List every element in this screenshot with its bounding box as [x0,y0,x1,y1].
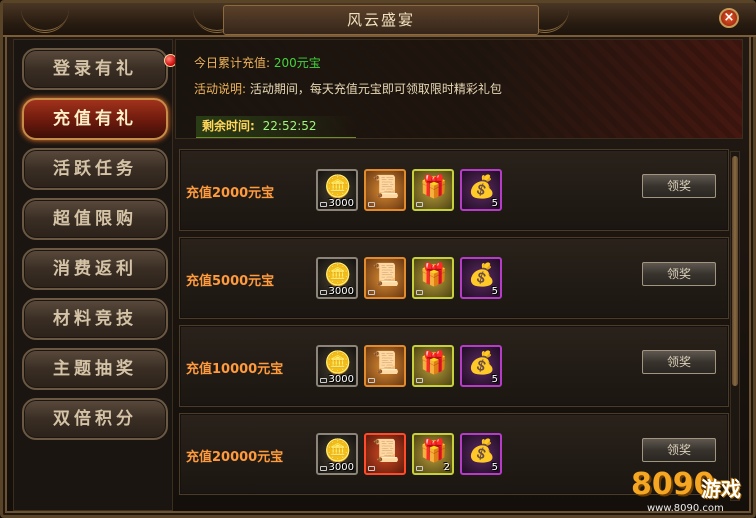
reward-row: 充值5000元宝 🪙 3000 📜 🎁 💰 5 领奖 [179,237,729,319]
title-bar: 风云盛宴 × [3,3,756,37]
sidebar-item-label: 消费返利 [53,259,137,279]
sidebar-item-label: 材料竞技 [53,309,137,329]
reward-tier-label: 充值2000元宝 [186,186,275,201]
sidebar-item-theme-lottery[interactable]: 主题抽奖 [22,348,168,390]
pouch-icon[interactable]: 💰 5 [460,257,502,299]
item-count: 5 [491,374,498,385]
gold-ingot-icon[interactable]: 🪙 3000 [316,169,358,211]
reward-list-scrollbar[interactable] [730,151,740,501]
scrollbar-thumb[interactable] [732,156,738,386]
recharge-total: 今日累计充值: 200元宝 [194,54,321,71]
bind-icon [320,466,327,471]
pouch-icon[interactable]: 💰 5 [460,169,502,211]
countdown-value: 22:52:52 [262,119,317,133]
watermark-url: www.8090.com [647,503,724,514]
bind-icon [368,378,375,383]
countdown-label: 剩余时间: [202,119,255,133]
bind-icon [320,290,327,295]
watermark-text: 游戏 [701,477,741,501]
gold-ingot-icon[interactable]: 🪙 3000 [316,345,358,387]
red-bag-icon[interactable]: 🎁 [412,257,454,299]
event-description-text: 活动期间，每天充值元宝即可领取限时精彩礼包 [249,82,502,96]
claim-button[interactable]: 领奖 [642,174,716,198]
pouch-icon[interactable]: 💰 5 [460,433,502,475]
item-count: 5 [491,198,498,209]
sidebar-item-material-contest[interactable]: 材料竞技 [22,298,168,340]
reward-tier-label: 充值20000元宝 [186,450,284,465]
sidebar-item-limited-purchase[interactable]: 超值限购 [22,198,168,240]
corner-ornament-left [21,3,69,33]
event-window: 风云盛宴 × 登录有礼 充值有礼 活跃任务 超值限购 消费返利 材料竞技 主题抽… [0,0,756,518]
item-count: 3000 [328,198,354,209]
claim-button[interactable]: 领奖 [642,262,716,286]
sidebar-item-spend-rebate[interactable]: 消费返利 [22,248,168,290]
pouch-icon[interactable]: 💰 5 [460,345,502,387]
bind-icon [368,466,375,471]
recharge-total-value: 200元宝 [273,56,321,70]
sidebar-item-double-points[interactable]: 双倍积分 [22,398,168,440]
sidebar-item-label: 登录有礼 [53,59,137,79]
red-bag-icon[interactable]: 🎁 2 [412,433,454,475]
bind-icon [416,378,423,383]
bind-icon [320,378,327,383]
close-button[interactable]: × [719,8,739,28]
sidebar-item-recharge-gift[interactable]: 充值有礼 [22,98,168,140]
site-watermark: 8090 游戏 www.8090.com [631,467,756,517]
window-title: 风云盛宴 [223,5,539,35]
sidebar: 登录有礼 充值有礼 活跃任务 超值限购 消费返利 材料竞技 主题抽奖 双倍积分 [13,39,177,511]
claim-button[interactable]: 领奖 [642,350,716,374]
item-count: 2 [443,462,450,473]
sidebar-item-label: 活跃任务 [53,159,137,179]
reward-list: 充值2000元宝 🪙 3000 📜 🎁 💰 5 领奖 充值5000元宝 🪙 30… [175,143,729,515]
recharge-total-label: 今日累计充值: [194,56,271,70]
sidebar-item-label: 超值限购 [53,209,137,229]
bind-icon [368,202,375,207]
item-count: 3000 [328,462,354,473]
gold-ingot-icon[interactable]: 🪙 3000 [316,257,358,299]
scroll-icon[interactable]: 📜 [364,433,406,475]
item-count: 5 [491,462,498,473]
countdown-timer: 剩余时间: 22:52:52 [196,116,356,138]
claim-button[interactable]: 领奖 [642,438,716,462]
event-info-panel: 今日累计充值: 200元宝 活动说明: 活动期间，每天充值元宝即可领取限时精彩礼… [175,39,743,139]
reward-tier-label: 充值10000元宝 [186,362,284,377]
bind-icon [416,202,423,207]
sidebar-item-login-gift[interactable]: 登录有礼 [22,48,177,90]
bind-icon [416,290,423,295]
event-description-label: 活动说明: [194,82,247,96]
sidebar-item-label: 主题抽奖 [53,359,137,379]
item-count: 3000 [328,374,354,385]
red-bag-icon[interactable]: 🎁 [412,345,454,387]
scroll-icon[interactable]: 📜 [364,257,406,299]
reward-tier-label: 充值5000元宝 [186,274,275,289]
scroll-icon[interactable]: 📜 [364,345,406,387]
sidebar-item-active-tasks[interactable]: 活跃任务 [22,148,168,190]
scroll-icon[interactable]: 📜 [364,169,406,211]
bind-icon [368,290,375,295]
sidebar-item-label: 双倍积分 [53,409,137,429]
gold-ingot-icon[interactable]: 🪙 3000 [316,433,358,475]
red-bag-icon[interactable]: 🎁 [412,169,454,211]
item-count: 5 [491,286,498,297]
bind-icon [416,466,423,471]
reward-row: 充值10000元宝 🪙 3000 📜 🎁 💰 5 领奖 [179,325,729,407]
item-count: 3000 [328,286,354,297]
sidebar-item-label: 充值有礼 [53,109,137,129]
bind-icon [320,202,327,207]
reward-row: 充值2000元宝 🪙 3000 📜 🎁 💰 5 领奖 [179,149,729,231]
event-description: 活动说明: 活动期间，每天充值元宝即可领取限时精彩礼包 [194,80,502,97]
